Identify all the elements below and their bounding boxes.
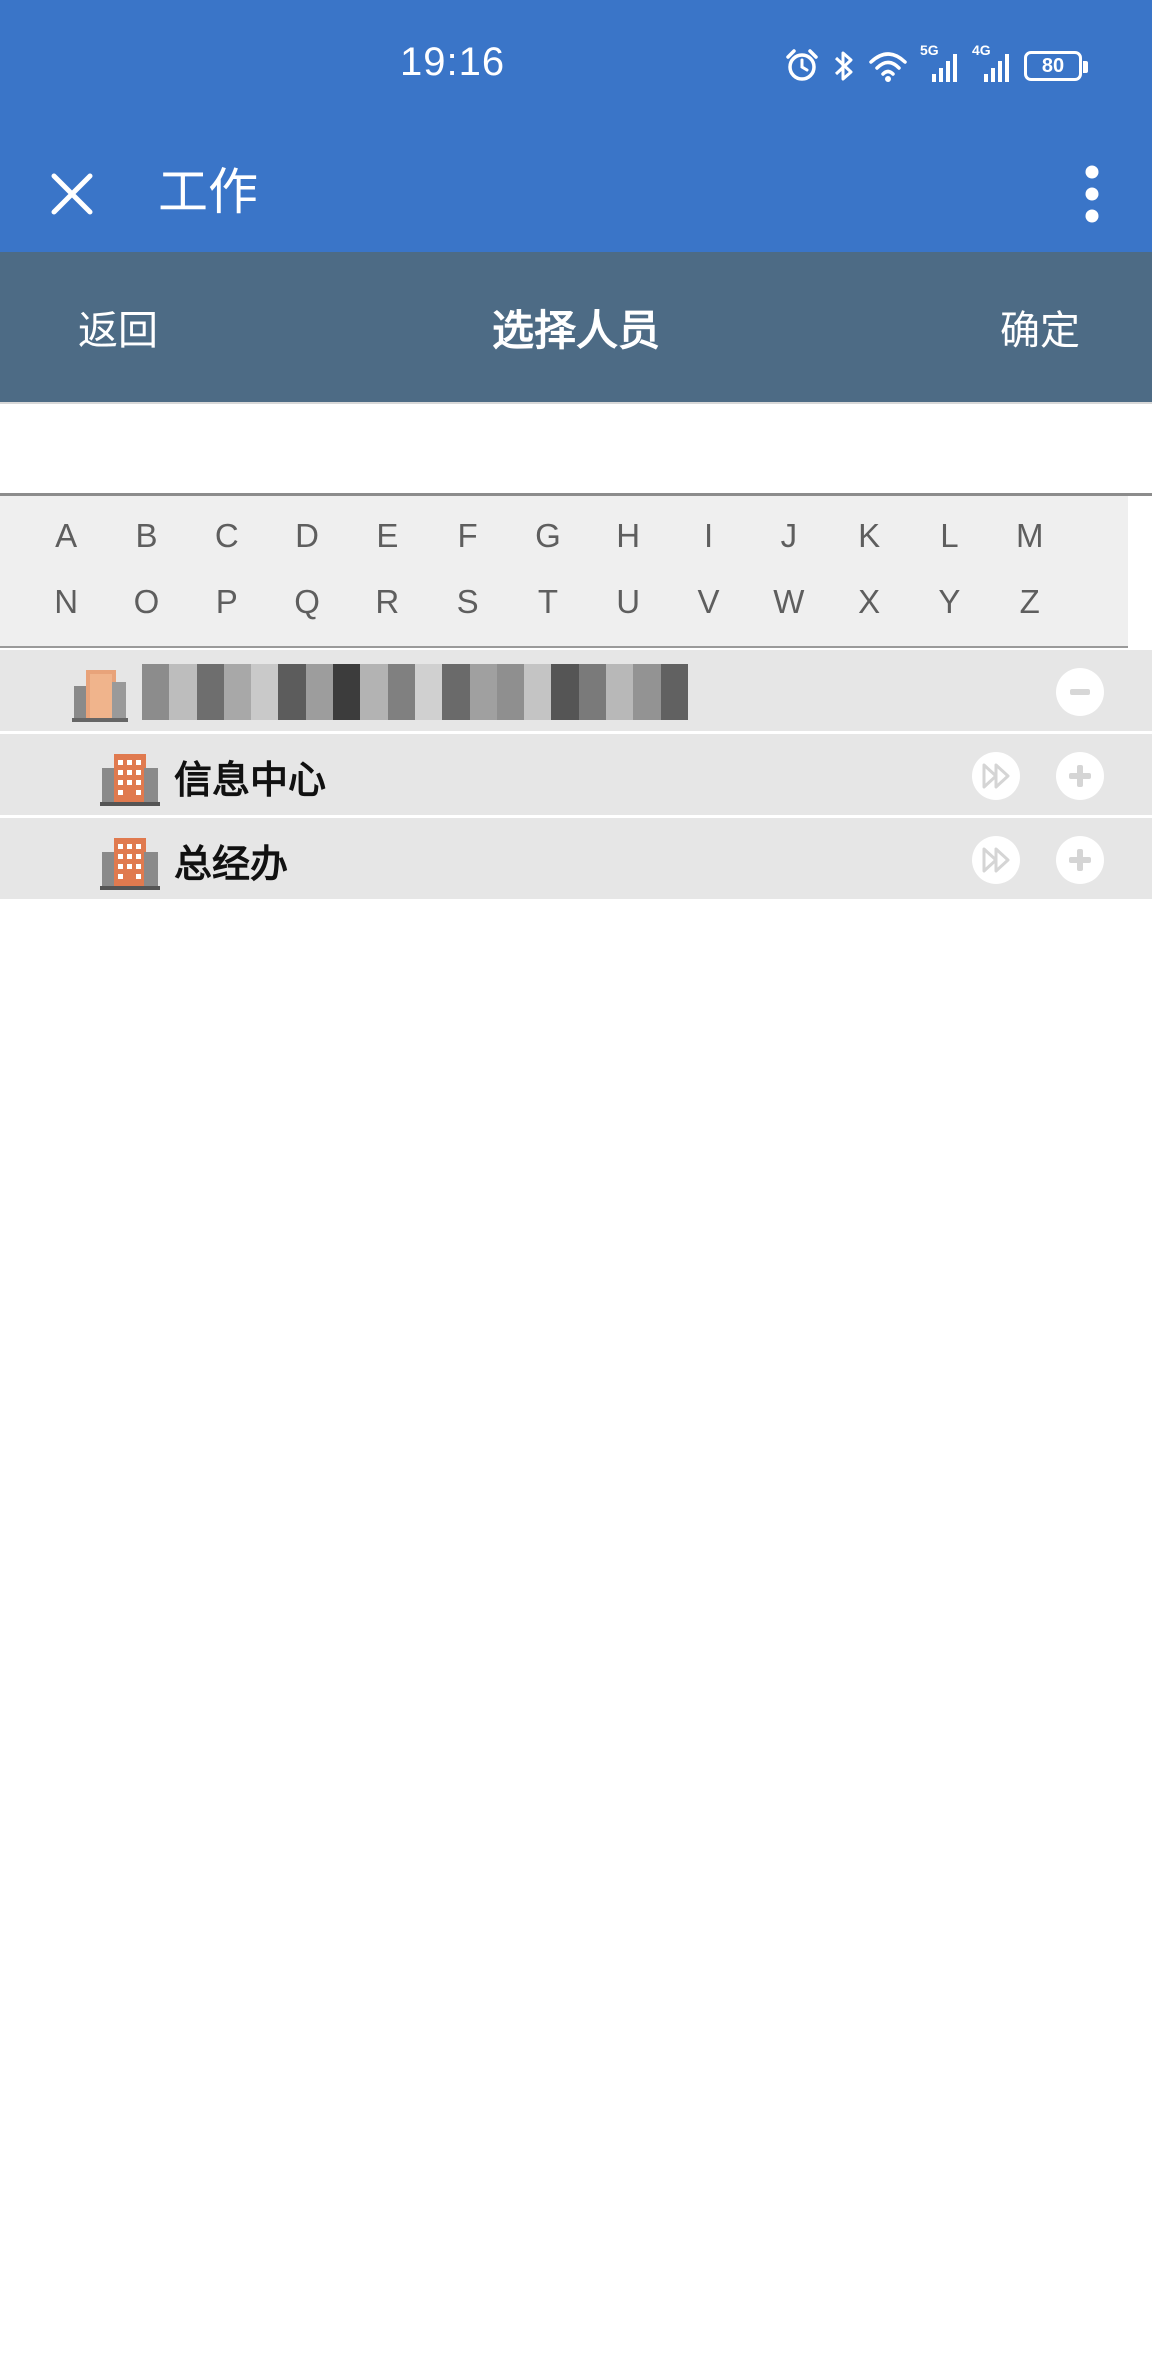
alphabet-row-2: N O P Q R S T U V W X Y Z bbox=[26, 574, 1070, 630]
battery-level: 80 bbox=[1041, 54, 1065, 77]
letter-n[interactable]: N bbox=[26, 574, 106, 630]
collapse-button[interactable] bbox=[1056, 668, 1104, 716]
wifi-icon bbox=[869, 52, 907, 82]
letter-p[interactable]: P bbox=[187, 574, 267, 630]
letter-j[interactable]: J bbox=[749, 508, 829, 564]
app-header: 工作 bbox=[0, 132, 1152, 252]
tree-node-label: 总经办 bbox=[174, 841, 289, 886]
letter-g[interactable]: G bbox=[508, 508, 588, 564]
status-icons: 5G 4G 80 bbox=[784, 42, 1088, 88]
building-icon bbox=[100, 838, 160, 890]
tree-node-row[interactable]: 信息中心 bbox=[0, 734, 1152, 818]
bluetooth-icon bbox=[834, 51, 853, 81]
letter-c[interactable]: C bbox=[187, 508, 267, 564]
more-options-button[interactable] bbox=[1052, 152, 1132, 236]
tree-node-label: 信息中心 bbox=[174, 757, 327, 802]
letter-y[interactable]: Y bbox=[909, 574, 989, 630]
search-area bbox=[0, 402, 1152, 496]
letter-b[interactable]: B bbox=[106, 508, 186, 564]
tree-node-row[interactable]: 总经办 bbox=[0, 818, 1152, 902]
more-vertical-icon bbox=[1085, 165, 1099, 223]
tree-root-row[interactable] bbox=[0, 650, 1152, 734]
letter-a[interactable]: A bbox=[26, 508, 106, 564]
letter-k[interactable]: K bbox=[829, 508, 909, 564]
letter-m[interactable]: M bbox=[990, 508, 1070, 564]
add-button[interactable] bbox=[1056, 836, 1104, 884]
expand-all-button[interactable] bbox=[972, 752, 1020, 800]
letter-d[interactable]: D bbox=[267, 508, 347, 564]
letter-z[interactable]: Z bbox=[990, 574, 1070, 630]
redacted-org-name bbox=[142, 664, 688, 720]
add-plus-icon bbox=[1069, 765, 1091, 787]
letter-o[interactable]: O bbox=[106, 574, 186, 630]
letter-t[interactable]: T bbox=[508, 574, 588, 630]
search-input[interactable] bbox=[0, 404, 1152, 493]
letter-v[interactable]: V bbox=[668, 574, 748, 630]
letter-r[interactable]: R bbox=[347, 574, 427, 630]
close-icon bbox=[51, 173, 93, 215]
signal-5g-icon: 5G bbox=[920, 42, 960, 84]
fast-forward-icon bbox=[982, 763, 1010, 789]
alphabet-index: A B C D E F G H I J K L M N O P Q R S T … bbox=[0, 496, 1128, 648]
letter-w[interactable]: W bbox=[749, 574, 829, 630]
letter-s[interactable]: S bbox=[427, 574, 507, 630]
app-title: 工作 bbox=[158, 163, 258, 221]
letter-f[interactable]: F bbox=[427, 508, 507, 564]
back-button[interactable]: 返回 bbox=[48, 252, 188, 402]
org-tree: 信息中心 总经办 bbox=[0, 650, 1152, 902]
close-button[interactable] bbox=[30, 152, 114, 236]
status-bar: 19:16 5G 4G 80 bbox=[0, 0, 1152, 132]
alphabet-row-1: A B C D E F G H I J K L M bbox=[26, 508, 1070, 564]
letter-x[interactable]: X bbox=[829, 574, 909, 630]
confirm-button[interactable]: 确定 bbox=[970, 252, 1110, 402]
letter-e[interactable]: E bbox=[347, 508, 427, 564]
building-icon bbox=[72, 670, 128, 722]
sub-header: 选择人员 返回 确定 bbox=[0, 252, 1152, 402]
battery-icon: 80 bbox=[1024, 51, 1088, 81]
letter-h[interactable]: H bbox=[588, 508, 668, 564]
letter-q[interactable]: Q bbox=[267, 574, 347, 630]
letter-i[interactable]: I bbox=[668, 508, 748, 564]
collapse-minus-icon bbox=[1070, 689, 1090, 695]
add-plus-icon bbox=[1069, 849, 1091, 871]
fast-forward-icon bbox=[982, 847, 1010, 873]
building-icon bbox=[100, 754, 160, 806]
letter-u[interactable]: U bbox=[588, 574, 668, 630]
add-button[interactable] bbox=[1056, 752, 1104, 800]
letter-l[interactable]: L bbox=[909, 508, 989, 564]
alarm-icon bbox=[786, 49, 818, 81]
signal-4g-icon: 4G bbox=[972, 42, 1012, 84]
expand-all-button[interactable] bbox=[972, 836, 1020, 884]
status-time: 19:16 bbox=[400, 40, 506, 84]
